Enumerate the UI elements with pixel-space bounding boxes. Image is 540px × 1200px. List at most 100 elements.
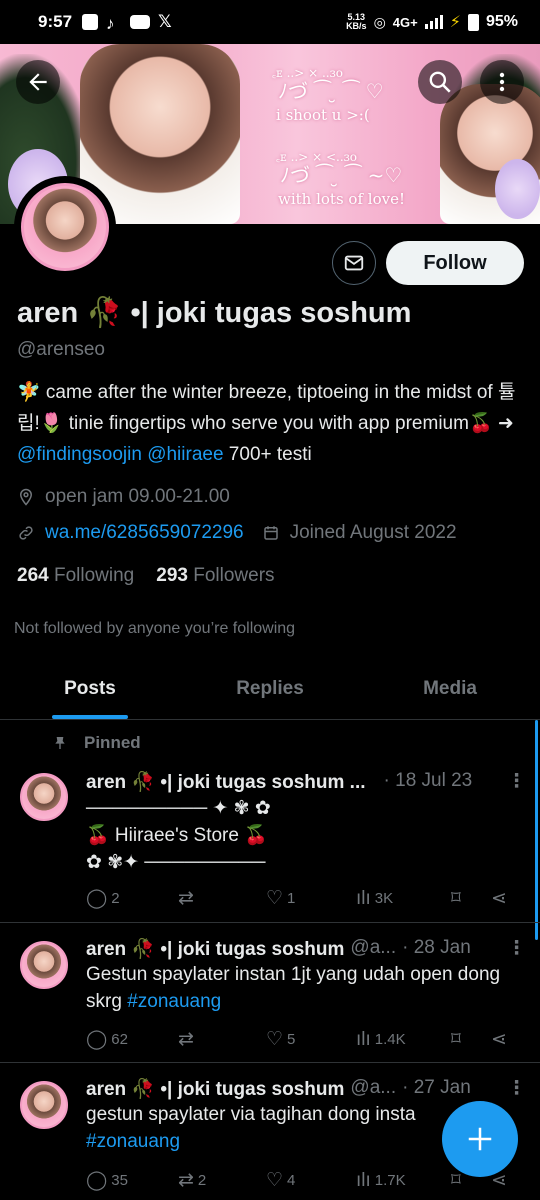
post-avatar[interactable] [20,1081,68,1129]
heart-icon: ♡ [266,1170,284,1191]
battery-level: 95% [485,13,518,30]
post-header: aren 🥀 •| joki tugas soshum @a... · 27 J… [86,1077,526,1101]
followers-link[interactable]: 293 Followers [156,565,274,587]
retweet-icon: ⇄ [178,1170,194,1191]
plus-icon [468,1127,492,1151]
bio-text: 🧚 came after the winter breeze, tiptoein… [17,382,516,434]
search-button[interactable] [418,60,462,104]
calendar-icon [263,526,278,540]
views-button[interactable]: ılı 1.4K [356,1029,451,1051]
profile-location: open jam 09.00-21.00 [17,486,230,508]
views-icon: ılı [356,1028,371,1050]
hashtag-link[interactable]: #zonauang [127,991,221,1012]
link-icon [19,526,33,540]
retweet-icon: ⇄ [178,1029,194,1050]
bio-text: 700+ testi [223,444,312,465]
avatar-image [21,183,109,271]
post-date: · 28 Jan [402,937,471,958]
reply-icon: ◯ [86,1170,108,1191]
profile-name: aren 🥀 •| joki tugas soshum [17,297,412,329]
banner-bear-image [495,159,540,219]
retweet-button[interactable]: ⇄ [178,887,266,910]
like-button[interactable]: ♡ 1 [266,887,356,910]
reply-button[interactable]: ◯ 35 [86,1169,178,1192]
back-button[interactable] [16,60,60,104]
bookmark-icon: ⌑ [451,1170,461,1191]
hashtag-link[interactable]: #zonauang [86,1131,180,1152]
bookmark-button[interactable]: ⌑ [451,1028,491,1051]
follow-stats: 264 Following 293 Followers [17,565,275,587]
profile-tabs: Posts Replies Media [0,660,540,720]
share-button[interactable]: ⋖ [491,887,507,910]
signal-icon [424,15,443,29]
post-header: aren 🥀 •| joki tugas soshum ... · 18 Jul… [86,770,526,794]
post-more-icon[interactable]: ⋮ [507,937,526,961]
post-author-name[interactable]: aren 🥀 •| joki tugas soshum [86,1077,344,1101]
arrow-left-icon [29,73,47,91]
tiktok-icon: ♪ [106,14,115,33]
views-button[interactable]: ılı 1.7K [356,1170,451,1192]
retweet-button[interactable]: ⇄ [178,1028,266,1051]
compose-post-button[interactable] [442,1101,518,1177]
location-text: open jam 09.00-21.00 [45,486,230,507]
post-item[interactable]: aren 🥀 •| joki tugas soshum @a... · 28 J… [0,923,540,1063]
network-speed: 5.13 KB/s [346,12,367,31]
post-more-icon[interactable]: ⋮ [507,770,526,794]
pinned-label: Pinned [52,733,141,753]
follow-button[interactable]: Follow [386,241,524,285]
post-author-name[interactable]: aren 🥀 •| joki tugas soshum [86,937,344,961]
like-button[interactable]: ♡ 4 [266,1169,356,1192]
post-author-name[interactable]: aren 🥀 •| joki tugas soshum ... [86,770,366,794]
bookmark-button[interactable]: ⌑ [451,887,491,910]
banner-text: i shoot u >:( [276,106,370,124]
post-actions: ◯ 35 ⇄ 2 ♡ 4 ılı 1.7K ⌑ ⋖ [86,1169,516,1192]
post-handle: @a... [350,1077,397,1098]
bio-mention-link[interactable]: @hiiraee [147,444,223,465]
post-actions: ◯ 2 ⇄ ♡ 1 ılı 3K ⌑ ⋖ [86,887,516,910]
status-bar: 9:57 ♪ 𝕏 5.13 KB/s ◎ 4G+ ⚡ 95% [0,0,540,44]
post-avatar[interactable] [20,941,68,989]
more-vertical-icon [499,72,505,92]
charging-icon: ⚡ [449,14,461,31]
youtube-icon [130,15,151,29]
tab-posts[interactable]: Posts [0,660,180,719]
location-pin-icon [19,488,33,506]
post-item[interactable]: Pinned aren 🥀 •| joki tugas soshum ... ·… [0,733,540,923]
status-right: 5.13 KB/s ◎ 4G+ ⚡ 95% [346,12,518,32]
shopping-bag-icon [82,14,99,30]
post-actions: ◯ 62 ⇄ ♡ 5 ılı 1.4K ⌑ ⋖ [86,1028,516,1051]
banner-text: with lots of love! [278,190,405,208]
views-button[interactable]: ılı 3K [356,888,451,910]
following-link[interactable]: 264 Following [17,565,134,587]
like-button[interactable]: ♡ 5 [266,1028,356,1051]
notification-icons: ♪ 𝕏 [82,12,172,33]
status-time: 9:57 [38,12,73,31]
reply-icon: ◯ [86,1029,108,1050]
retweet-icon: ⇄ [178,888,194,909]
bio-mention-link[interactable]: @findingsoojin [17,444,142,465]
share-icon: ⋖ [491,888,507,909]
heart-icon: ♡ [266,1029,284,1050]
bookmark-icon: ⌑ [451,1029,461,1050]
website-link[interactable]: wa.me/6285659072296 [45,522,244,544]
profile-avatar[interactable] [14,176,116,278]
share-icon: ⋖ [491,1029,507,1050]
share-button[interactable]: ⋖ [491,1028,507,1051]
more-options-button[interactable] [480,60,524,104]
reply-button[interactable]: ◯ 2 [86,887,178,910]
message-button[interactable] [332,241,376,285]
reply-icon: ◯ [86,888,108,909]
tab-replies[interactable]: Replies [180,660,360,719]
retweet-button[interactable]: ⇄ 2 [178,1169,266,1192]
bookmark-icon: ⌑ [451,888,461,909]
reply-button[interactable]: ◯ 62 [86,1028,178,1051]
post-more-icon[interactable]: ⋮ [507,1077,526,1101]
post-handle: @a... [350,937,397,958]
views-icon: ılı [356,887,371,909]
post-header: aren 🥀 •| joki tugas soshum @a... · 28 J… [86,937,526,961]
banner-text: ﾉづ ⁀ ̮ ⁀ ♡ [278,79,384,103]
tab-media[interactable]: Media [360,660,540,719]
post-date: · 18 Jul 23 [383,770,473,791]
post-avatar[interactable] [20,773,68,821]
profile-bio: 🧚 came after the winter breeze, tiptoein… [17,377,532,470]
